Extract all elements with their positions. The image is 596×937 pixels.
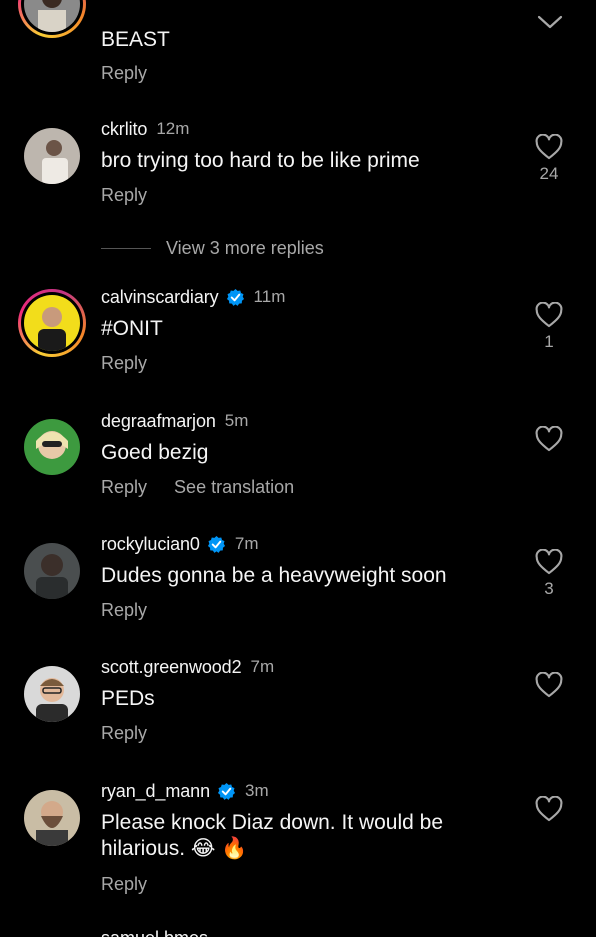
like-count: 24 (539, 164, 559, 183)
username[interactable]: scott.greenwood2 (101, 656, 242, 678)
comment-text: Dudes gonna be a heavyweight soon (101, 564, 447, 587)
reply-button[interactable]: Reply (101, 353, 147, 373)
comment-text: bro trying too hard to be like prime (101, 149, 420, 172)
divider (101, 248, 151, 249)
avatar[interactable] (24, 666, 80, 722)
avatar[interactable] (24, 419, 80, 475)
heart-outline-icon[interactable] (534, 426, 564, 452)
avatar[interactable] (18, 289, 86, 357)
heart-outline-icon[interactable] (534, 672, 564, 698)
username[interactable]: calvinscardiary (101, 286, 219, 308)
chevron-down-icon[interactable] (537, 14, 563, 30)
heart-outline-icon[interactable] (534, 796, 564, 822)
avatar[interactable] (24, 543, 80, 599)
timestamp: 5m (224, 411, 249, 430)
avatar[interactable] (18, 0, 86, 38)
comment-text: #ONIT (101, 317, 163, 340)
timestamp: 7m (250, 657, 275, 676)
comment-text: PEDs (101, 687, 155, 710)
verified-badge-icon (217, 782, 236, 801)
username[interactable]: samuel.bmes (101, 928, 208, 937)
username[interactable]: ryan_d_mann (101, 780, 210, 802)
verified-badge-icon (226, 288, 245, 307)
username[interactable]: rockylucian0 (101, 533, 200, 555)
like-count: 3 (544, 579, 554, 598)
view-more-replies-button[interactable]: View 3 more replies (101, 238, 324, 259)
reply-button[interactable]: Reply (101, 63, 147, 83)
comment-text: Please knock Diaz down. It would be hila… (101, 811, 444, 860)
comment-text: BEAST (101, 28, 170, 51)
heart-outline-icon[interactable] (534, 302, 564, 328)
timestamp: 11m (253, 287, 286, 306)
username[interactable]: degraafmarjon (101, 410, 216, 432)
heart-outline-icon[interactable] (534, 549, 564, 575)
like-count: 1 (544, 332, 554, 351)
see-translation-button[interactable]: See translation (174, 477, 294, 497)
view-more-replies-label: View 3 more replies (166, 238, 324, 258)
reply-button[interactable]: Reply (101, 600, 147, 620)
comment-text: Goed bezig (101, 441, 209, 464)
timestamp: 3m (244, 781, 269, 800)
reply-button[interactable]: Reply (101, 723, 147, 743)
avatar[interactable] (24, 128, 80, 184)
timestamp: 12m (156, 119, 190, 138)
reply-button[interactable]: Reply (101, 185, 147, 205)
avatar[interactable] (24, 790, 80, 846)
timestamp: 7m (234, 534, 259, 553)
reply-button[interactable]: Reply (101, 477, 147, 497)
reply-button[interactable]: Reply (101, 874, 147, 894)
heart-outline-icon[interactable] (534, 134, 564, 160)
verified-badge-icon (207, 535, 226, 554)
username[interactable]: ckrlito (101, 118, 147, 140)
